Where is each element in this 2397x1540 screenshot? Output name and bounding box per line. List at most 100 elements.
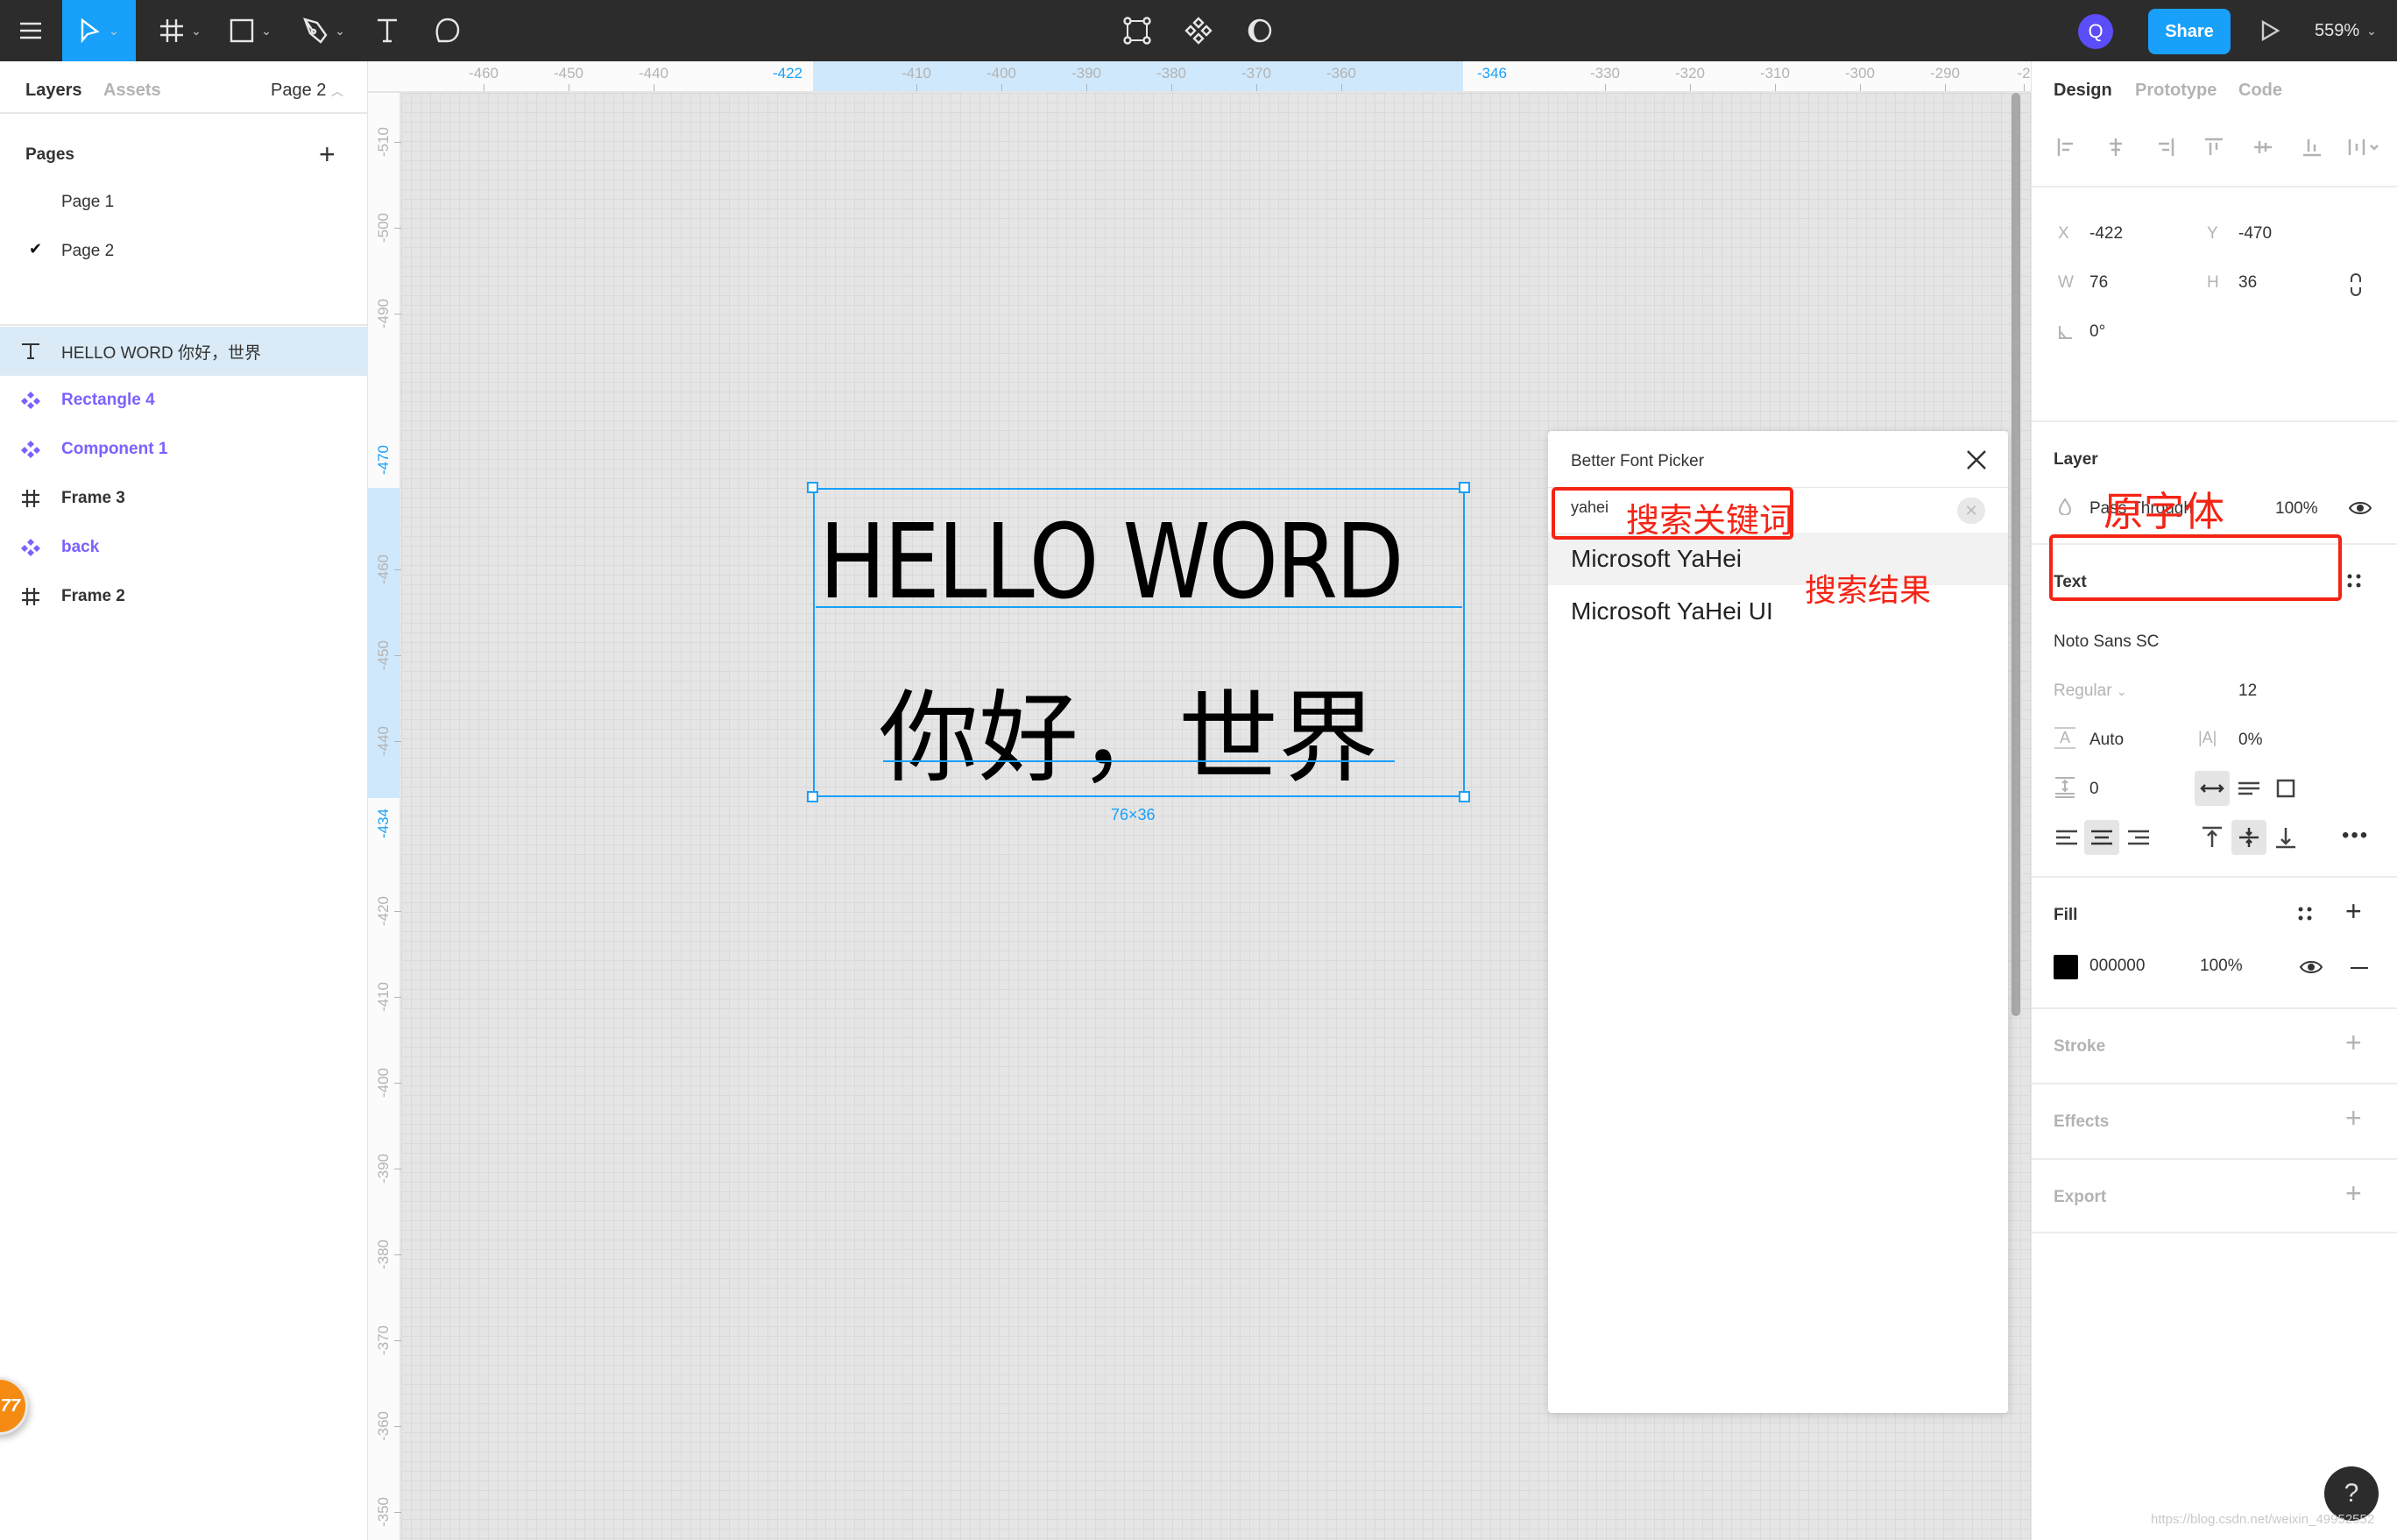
align-text-top-button[interactable] [2195,820,2230,855]
tab-layers[interactable]: Layers [25,81,82,101]
text-styles-icon[interactable] [2347,573,2361,589]
x-input[interactable]: -422 [2089,224,2123,244]
mask-button[interactable] [1244,0,1276,61]
add-effect-icon[interactable]: + [2345,1102,2362,1134]
more-text-options-icon[interactable]: ••• [2342,823,2369,848]
selection-box[interactable] [813,488,1465,797]
align-bottom-button[interactable] [2298,133,2326,161]
fixed-size-icon [2276,779,2295,798]
pen-tool-button[interactable]: ⌄ [298,0,350,61]
line-height-input[interactable]: Auto [2089,731,2124,750]
distribute-button[interactable] [2345,133,2384,161]
page-switcher[interactable]: Page 2 ︿ [271,81,343,101]
align-text-bottom-button[interactable] [2268,820,2303,855]
edit-object-button[interactable] [1121,0,1153,61]
text-tool-button[interactable] [371,0,403,61]
fill-hex-input[interactable]: 000000 [2089,957,2145,976]
layer-label: HELLO WORD 你好，世界 [61,343,262,363]
text-align-right-button[interactable] [2121,820,2156,855]
w-label: W [2058,273,2074,292]
ruler-label: -330 [1589,65,1621,81]
watermark: https://blog.csdn.net/weixin_49952552 [2151,1512,2375,1527]
canvas-vertical-scrollbar[interactable] [2012,93,2020,1016]
ruler-label: -422 [772,65,803,81]
layer-row-back[interactable]: back [0,523,368,572]
eye-icon[interactable] [2300,958,2323,976]
rotation-input[interactable]: 0° [2089,322,2105,342]
remove-fill-icon[interactable] [2351,967,2368,969]
height-input[interactable]: 36 [2238,273,2257,293]
align-text-middle-button[interactable] [2231,820,2266,855]
eye-icon[interactable] [2349,499,2372,517]
zoom-dropdown[interactable]: 559% ⌄ [2315,0,2377,61]
font-picker-title: Better Font Picker [1571,452,1705,470]
font-family-input[interactable]: Noto Sans SC [2054,632,2159,652]
close-icon[interactable] [1963,447,1990,473]
width-input[interactable]: 76 [2089,273,2108,293]
paragraph-spacing-input[interactable]: 0 [2089,780,2099,799]
y-input[interactable]: -470 [2238,224,2272,244]
add-page-icon[interactable]: + [319,138,336,171]
tab-code[interactable]: Code [2238,81,2282,101]
ruler-tick [1775,84,1776,91]
add-fill-icon[interactable]: + [2345,895,2362,928]
text-align-left-button[interactable] [2049,820,2084,855]
layer-row-component-1[interactable]: Component 1 [0,425,368,474]
align-top-button[interactable] [2200,133,2228,161]
layer-section-title: Layer [2054,450,2098,469]
layer-row-rectangle-4[interactable]: Rectangle 4 [0,376,368,425]
page-label: Page 1 [61,193,115,211]
resize-handle-top-left[interactable] [807,482,818,493]
stroke-section-title: Stroke [2054,1037,2106,1056]
resize-handle-bottom-left[interactable] [807,791,818,802]
current-page-label: Page 2 [271,81,327,100]
fill-styles-icon[interactable] [2298,906,2312,922]
layer-row-frame-3[interactable]: Frame 3 [0,474,368,523]
add-stroke-icon[interactable]: + [2345,1027,2362,1059]
page-item-2[interactable]: ✔ Page 2 [0,233,368,268]
chevron-up-icon: ︿ [330,84,343,98]
fill-opacity-input[interactable]: 100% [2200,957,2243,976]
font-style-dropdown[interactable]: Regular ⌄ [2054,682,2127,701]
align-vertical-center-button[interactable] [2249,133,2277,161]
ruler-label: -410 [901,65,932,81]
main-menu-button[interactable] [12,0,49,61]
letter-spacing-input[interactable]: 0% [2238,731,2262,750]
user-avatar[interactable]: Q [2078,14,2113,49]
clear-search-icon[interactable]: ✕ [1957,498,1985,524]
resize-handle-bottom-right[interactable] [1459,791,1470,802]
layer-row-text[interactable]: HELLO WORD 你好，世界 [0,327,368,376]
page-item-1[interactable]: Page 1 [0,184,368,219]
layer-opacity-input[interactable]: 100% [2275,499,2318,519]
font-size-input[interactable]: 12 [2238,682,2257,701]
share-button[interactable]: Share [2148,9,2231,54]
align-horizontal-center-button[interactable] [2102,133,2130,161]
comment-tool-button[interactable] [431,0,464,61]
frame-tool-button[interactable]: ⌄ [154,0,207,61]
present-button[interactable] [2255,0,2285,61]
align-right-button[interactable] [2151,133,2179,161]
add-export-icon[interactable]: + [2345,1177,2362,1210]
align-top-icon [2205,138,2223,155]
ruler-tick [394,655,401,656]
shape-tool-button[interactable]: ⌄ [224,0,277,61]
auto-height-button[interactable] [2231,771,2266,806]
resize-handle-top-right[interactable] [1459,482,1470,493]
annotation-search-keyword: 搜索关键词 [1626,503,1793,540]
tab-design[interactable]: Design [2054,81,2112,101]
fixed-size-button[interactable] [2268,771,2303,806]
constrain-proportions-icon[interactable] [2349,273,2363,296]
move-tool-button[interactable]: ⌄ [62,0,136,61]
ruler-tick [916,84,917,91]
layer-row-frame-2[interactable]: Frame 2 [0,572,368,621]
font-result-item[interactable]: Microsoft YaHei UI [1548,585,2008,638]
pages-header: Pages [25,145,74,164]
tab-prototype[interactable]: Prototype [2135,81,2217,101]
align-left-button[interactable] [2053,133,2081,161]
auto-width-button[interactable] [2195,771,2230,806]
fill-color-swatch[interactable] [2054,955,2078,979]
text-align-center-button[interactable] [2084,820,2119,855]
text-align-center-icon [2091,830,2112,845]
create-component-button[interactable] [1183,0,1214,61]
tab-assets[interactable]: Assets [103,81,161,101]
